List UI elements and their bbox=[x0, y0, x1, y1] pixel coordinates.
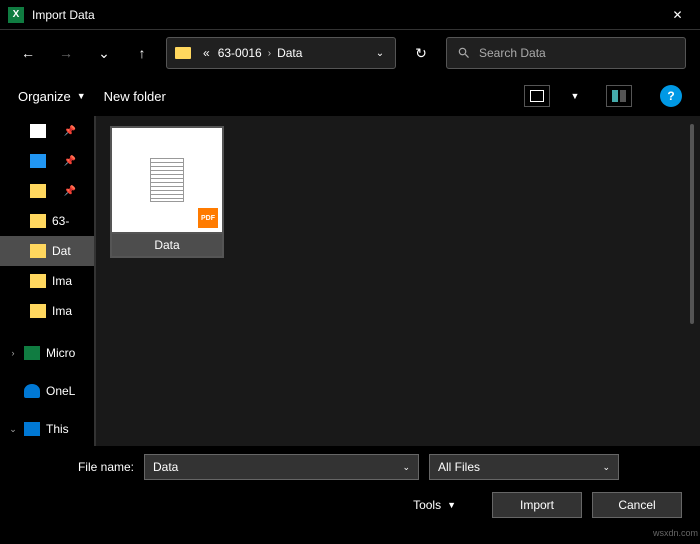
chevron-down-icon: ▼ bbox=[447, 500, 456, 510]
tree-scrollbar[interactable] bbox=[690, 124, 694, 324]
excel-icon: X bbox=[8, 7, 24, 23]
folder-icon bbox=[30, 244, 46, 258]
filter-value: All Files bbox=[438, 460, 480, 474]
file-item-selected[interactable]: PDF Data bbox=[110, 126, 224, 258]
dialog-body: 📌 📌 📌 63- Dat Ima Ima ›Micro OneL ⌄This … bbox=[0, 116, 700, 446]
tree-item[interactable]: ⌄ This bbox=[0, 414, 94, 444]
file-list[interactable]: PDF Data bbox=[96, 116, 700, 446]
folder-icon bbox=[30, 214, 46, 228]
cancel-button[interactable]: Cancel bbox=[592, 492, 682, 518]
tree-item-selected[interactable]: Dat bbox=[0, 236, 94, 266]
address-dropdown[interactable]: ⌄ bbox=[365, 48, 395, 59]
folder-icon bbox=[175, 47, 191, 59]
up-button[interactable]: ↑ bbox=[128, 39, 156, 67]
tree-label: This bbox=[46, 422, 69, 436]
onedrive-icon bbox=[24, 384, 40, 398]
new-folder-button[interactable]: New folder bbox=[104, 89, 166, 104]
address-bar[interactable]: « 63-0016 › Data ⌄ bbox=[166, 37, 396, 69]
tools-label: Tools bbox=[413, 498, 441, 512]
expand-icon[interactable]: › bbox=[8, 348, 18, 358]
import-button[interactable]: Import bbox=[492, 492, 582, 518]
crumb-current[interactable]: Data bbox=[273, 46, 306, 60]
crumb-parent[interactable]: 63-0016 bbox=[214, 46, 266, 60]
search-placeholder: Search Data bbox=[479, 46, 546, 60]
preview-pane-button[interactable] bbox=[606, 85, 632, 107]
tree-item[interactable]: › Micro bbox=[0, 338, 94, 368]
pc-icon bbox=[24, 422, 40, 436]
dropdown-icon[interactable]: ⌄ bbox=[402, 462, 410, 473]
search-icon bbox=[457, 46, 471, 60]
organize-button[interactable]: Organize ▼ bbox=[18, 89, 86, 104]
tree-item[interactable]: 📌 bbox=[0, 146, 94, 176]
tree-label: Micro bbox=[46, 346, 75, 360]
tree-item[interactable]: Ima bbox=[0, 266, 94, 296]
refresh-button[interactable]: ↻ bbox=[406, 37, 436, 69]
folder-icon bbox=[30, 304, 46, 318]
nav-row: ← → ⌄ ↑ « 63-0016 › Data ⌄ ↻ Search Data bbox=[0, 30, 700, 76]
tree-item[interactable]: OneL bbox=[0, 376, 94, 406]
tree-item[interactable]: 📌 bbox=[0, 116, 94, 146]
pin-icon: 📌 bbox=[64, 186, 76, 197]
document-icon bbox=[30, 124, 46, 138]
view-button[interactable] bbox=[524, 85, 550, 107]
navigation-tree: 📌 📌 📌 63- Dat Ima Ima › Micro OneL ⌄ This bbox=[0, 116, 96, 446]
folder-icon bbox=[30, 184, 46, 198]
chevron-right-icon: › bbox=[266, 48, 273, 59]
folder-icon bbox=[30, 274, 46, 288]
filename-value: Data bbox=[153, 460, 178, 474]
tree-item[interactable]: 📌 bbox=[0, 176, 94, 206]
tree-item[interactable]: 63- bbox=[0, 206, 94, 236]
tree-label: OneL bbox=[46, 384, 75, 398]
recent-locations-button[interactable]: ⌄ bbox=[90, 39, 118, 67]
watermark: wsxdn.com bbox=[653, 528, 698, 538]
close-button[interactable]: ✕ bbox=[655, 0, 700, 30]
dialog-footer: File name: Data ⌄ All Files ⌄ Tools ▼ Im… bbox=[0, 446, 700, 544]
tools-button[interactable]: Tools ▼ bbox=[413, 498, 456, 512]
pin-icon: 📌 bbox=[64, 126, 76, 137]
toolbar: Organize ▼ New folder ▼ ? bbox=[0, 76, 700, 116]
view-dropdown[interactable]: ▼ bbox=[568, 91, 582, 101]
filename-input[interactable]: Data ⌄ bbox=[144, 454, 419, 480]
chevron-down-icon: ▼ bbox=[77, 91, 86, 101]
tree-label: Ima bbox=[52, 304, 72, 318]
view-icon bbox=[530, 90, 544, 102]
tree-label: 63- bbox=[52, 214, 69, 228]
filetype-filter[interactable]: All Files ⌄ bbox=[429, 454, 619, 480]
titlebar: X Import Data ✕ bbox=[0, 0, 700, 30]
search-box[interactable]: Search Data bbox=[446, 37, 686, 69]
back-button[interactable]: ← bbox=[14, 39, 42, 67]
picture-icon bbox=[30, 154, 46, 168]
collapse-icon[interactable]: ⌄ bbox=[8, 424, 18, 435]
thumbnail-preview bbox=[150, 158, 184, 202]
crumb-prefix: « bbox=[199, 46, 214, 60]
tree-label: Ima bbox=[52, 274, 72, 288]
filename-label: File name: bbox=[18, 460, 134, 474]
help-button[interactable]: ? bbox=[660, 85, 682, 107]
pin-icon: 📌 bbox=[64, 156, 76, 167]
file-name: Data bbox=[110, 234, 224, 258]
pdf-badge-icon: PDF bbox=[198, 208, 218, 228]
window-title: Import Data bbox=[32, 8, 95, 22]
tree-label: Dat bbox=[52, 244, 71, 258]
forward-button[interactable]: → bbox=[52, 39, 80, 67]
preview-pane-icon bbox=[612, 90, 626, 102]
dropdown-icon[interactable]: ⌄ bbox=[602, 462, 610, 473]
tree-item[interactable]: Ima bbox=[0, 296, 94, 326]
organize-label: Organize bbox=[18, 89, 71, 104]
file-thumbnail: PDF bbox=[110, 126, 224, 234]
excel-icon bbox=[24, 346, 40, 360]
